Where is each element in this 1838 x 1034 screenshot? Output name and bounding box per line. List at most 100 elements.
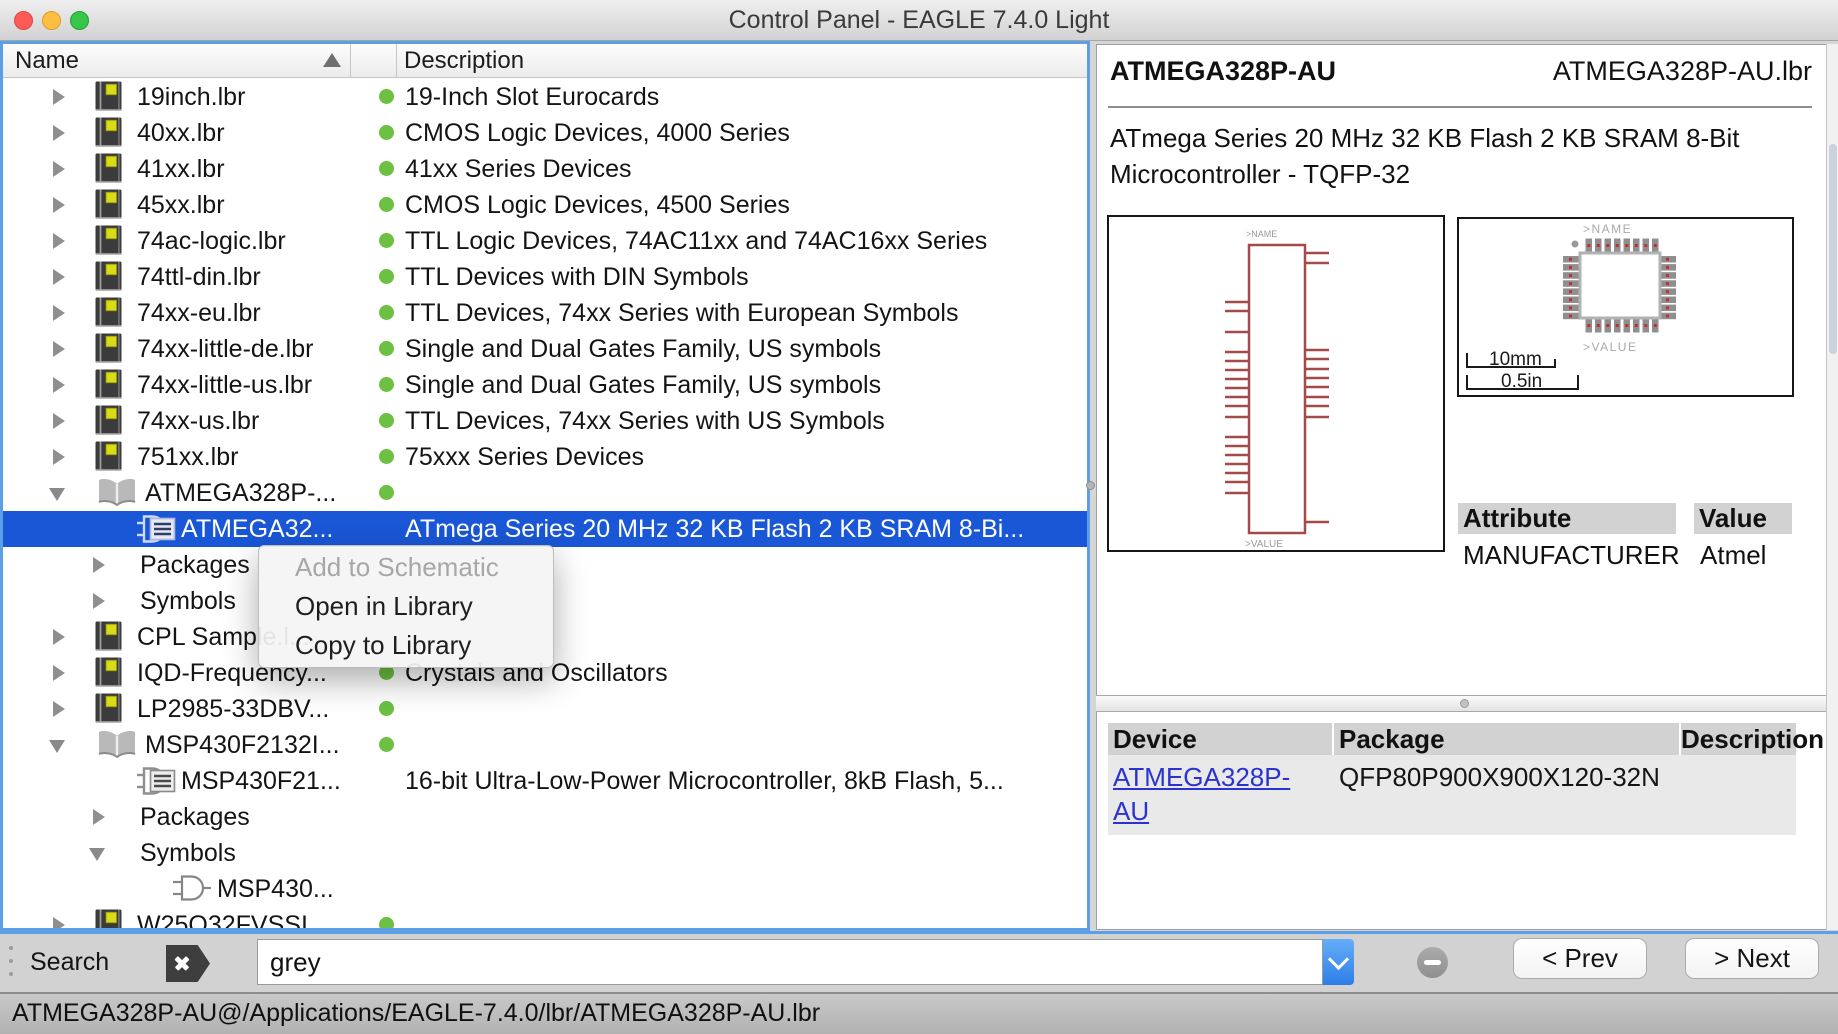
collapsed-arrow-icon[interactable]: [53, 665, 65, 681]
in-use-indicator: [379, 233, 394, 248]
toolbar-drag-handle[interactable]: [9, 946, 13, 950]
tree-row[interactable]: W25Q32FVSSI...: [3, 907, 1087, 931]
column-divider[interactable]: [350, 44, 351, 78]
expanded-arrow-icon[interactable]: [49, 488, 65, 501]
stop-search-button[interactable]: [1417, 947, 1448, 978]
collapsed-arrow-icon[interactable]: [53, 233, 65, 249]
tree-item-description: TTL Logic Devices, 74AC11xx and 74AC16xx…: [405, 223, 987, 259]
tree-item-description: Single and Dual Gates Family, US symbols: [405, 331, 881, 367]
collapsed-arrow-icon[interactable]: [53, 629, 65, 645]
menu-item-open-in-library[interactable]: Open in Library: [259, 587, 553, 626]
tree-row[interactable]: ATMEGA328P-...: [3, 475, 1087, 511]
tree-row[interactable]: 74ac-logic.lbrTTL Logic Devices, 74AC11x…: [3, 223, 1087, 259]
in-use-indicator: [379, 737, 394, 752]
collapsed-arrow-icon[interactable]: [93, 593, 105, 609]
tree-row[interactable]: Packages: [3, 799, 1087, 835]
collapsed-arrow-icon[interactable]: [93, 557, 105, 573]
collapsed-arrow-icon[interactable]: [53, 449, 65, 465]
svg-text:>VALUE: >VALUE: [1245, 539, 1283, 550]
symbol-preview-box: >NAME >VALUE: [1107, 215, 1445, 552]
attribute-value: Atmel: [1700, 540, 1766, 571]
tree-row[interactable]: 41xx.lbr41xx Series Devices: [3, 151, 1087, 187]
device-icon-slot: [137, 513, 179, 545]
collapsed-arrow-icon[interactable]: [53, 305, 65, 321]
collapsed-arrow-icon[interactable]: [53, 377, 65, 393]
library-icon: [95, 369, 123, 400]
attribute-table-header-attribute: Attribute: [1458, 503, 1676, 534]
collapsed-arrow-icon[interactable]: [53, 917, 65, 931]
expanded-arrow-icon[interactable]: [49, 740, 65, 753]
tree-item-description: CMOS Logic Devices, 4000 Series: [405, 115, 790, 151]
tree-item-description: ATmega Series 20 MHz 32 KB Flash 2 KB SR…: [405, 511, 1024, 547]
svg-text:0.5in: 0.5in: [1501, 371, 1542, 392]
tree-row[interactable]: 45xx.lbrCMOS Logic Devices, 4500 Series: [3, 187, 1087, 223]
collapsed-arrow-icon[interactable]: [53, 413, 65, 429]
collapsed-arrow-icon[interactable]: [53, 161, 65, 177]
tree-row[interactable]: 74ttl-din.lbrTTL Devices with DIN Symbol…: [3, 259, 1087, 295]
open-library-icon: [97, 729, 137, 759]
tree-row[interactable]: 74xx-eu.lbrTTL Devices, 74xx Series with…: [3, 295, 1087, 331]
status-text: ATMEGA328P-AU@/Applications/EAGLE-7.4.0/…: [12, 994, 820, 1032]
library-icon: [95, 225, 123, 256]
collapsed-arrow-icon[interactable]: [53, 269, 65, 285]
tree-row[interactable]: MSP430F2132I...: [3, 727, 1087, 763]
tree-item-description: 19-Inch Slot Eurocards: [405, 79, 659, 115]
collapsed-arrow-icon[interactable]: [53, 89, 65, 105]
tree-row[interactable]: Symbols: [3, 835, 1087, 871]
device-title: ATMEGA328P-AU: [1110, 56, 1336, 87]
tree-row[interactable]: 74xx-little-us.lbrSingle and Dual Gates …: [3, 367, 1087, 403]
in-use-indicator: [379, 305, 394, 320]
device-table-header-package: Package: [1334, 723, 1679, 755]
menu-item-copy-to-library[interactable]: Copy to Library: [259, 626, 553, 665]
device-icon: [137, 765, 179, 797]
library-icon: [95, 657, 123, 688]
library-icon: [95, 909, 123, 931]
tree-row[interactable]: LP2985-33DBV...: [3, 691, 1087, 727]
collapsed-arrow-icon[interactable]: [53, 125, 65, 141]
tree-row[interactable]: ATMEGA32...ATmega Series 20 MHz 32 KB Fl…: [3, 511, 1087, 547]
panel-splitter-handle[interactable]: [1086, 481, 1095, 490]
tree-row[interactable]: MSP430...: [3, 871, 1087, 907]
device-table-header-description: Description: [1681, 723, 1796, 755]
search-input[interactable]: [257, 939, 1323, 985]
column-header-description[interactable]: Description: [404, 44, 524, 77]
device-icon: [137, 513, 179, 545]
tree-row[interactable]: 751xx.lbr75xxx Series Devices: [3, 439, 1087, 475]
library-icon: [95, 441, 123, 472]
chevron-down-icon: [1328, 949, 1349, 970]
tree-row[interactable]: 74xx-little-de.lbrSingle and Dual Gates …: [3, 331, 1087, 367]
collapsed-arrow-icon[interactable]: [53, 701, 65, 717]
statusbar: ATMEGA328P-AU@/Applications/EAGLE-7.4.0/…: [0, 992, 1838, 1034]
collapsed-arrow-icon[interactable]: [53, 341, 65, 357]
expanded-arrow-icon[interactable]: [89, 848, 105, 861]
column-divider[interactable]: [396, 44, 397, 78]
device-link[interactable]: ATMEGA328P-AU: [1113, 760, 1303, 828]
details-splitter[interactable]: [1096, 695, 1838, 712]
tree-item-label: 751xx.lbr: [137, 439, 238, 475]
collapsed-arrow-icon[interactable]: [53, 197, 65, 213]
tree-row[interactable]: 40xx.lbrCMOS Logic Devices, 4000 Series: [3, 115, 1087, 151]
scrollbar-thumb[interactable]: [1829, 144, 1837, 354]
in-use-indicator: [379, 485, 394, 500]
tree-row[interactable]: 19inch.lbr 19-Inch Slot Eurocards: [3, 79, 1087, 115]
scrollbar-track[interactable]: [1826, 44, 1838, 930]
prev-button[interactable]: < Prev: [1513, 938, 1647, 979]
column-header-name[interactable]: Name: [15, 44, 79, 77]
lib-icon-slot: [95, 297, 123, 328]
lib-icon-slot: [95, 909, 123, 931]
svg-text:10mm: 10mm: [1489, 349, 1542, 370]
next-button[interactable]: > Next: [1685, 938, 1819, 979]
tree-item-label: 19inch.lbr: [137, 79, 245, 115]
collapsed-arrow-icon[interactable]: [93, 809, 105, 825]
tree-row[interactable]: MSP430F21...16-bit Ultra-Low-Power Micro…: [3, 763, 1087, 799]
lib-icon-slot: [95, 657, 123, 688]
svg-text:>NAME: >NAME: [1583, 222, 1632, 236]
tree-row[interactable]: 74xx-us.lbrTTL Devices, 74xx Series with…: [3, 403, 1087, 439]
tree-item-label: Symbols: [140, 835, 236, 871]
search-dropdown-button[interactable]: [1323, 939, 1354, 985]
package-preview-drawing: >NAME >VALUE 10mm 0.5in: [1459, 219, 1792, 395]
lib-icon-slot: [95, 621, 123, 652]
divider: [1108, 106, 1812, 108]
splitter-handle[interactable]: [1460, 699, 1469, 708]
tree-item-description: TTL Devices, 74xx Series with European S…: [405, 295, 958, 331]
